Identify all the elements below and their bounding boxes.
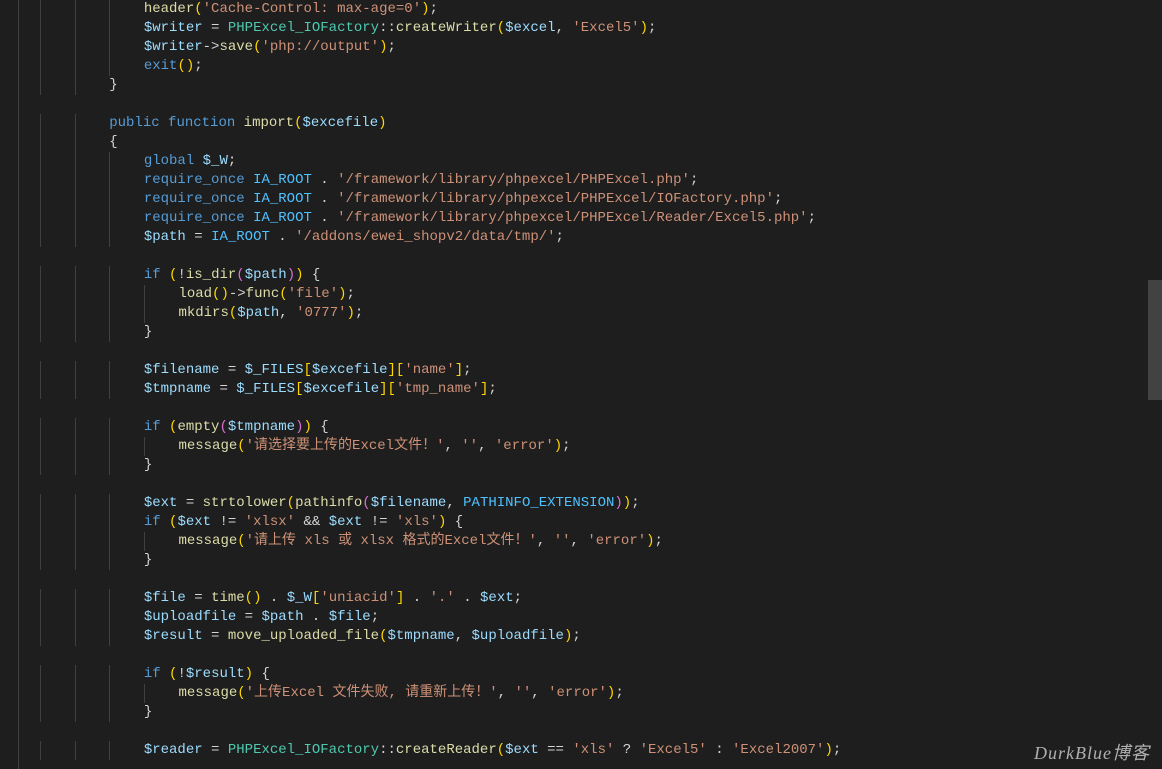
code-line[interactable]: header('Cache-Control: max-age=0'); [40, 0, 841, 19]
code-line[interactable]: load()->func('file'); [40, 285, 841, 304]
code-line[interactable]: { [40, 133, 841, 152]
code-line[interactable]: if (!is_dir($path)) { [40, 266, 841, 285]
code-line[interactable]: require_once IA_ROOT . '/framework/libra… [40, 171, 841, 190]
code-line[interactable] [40, 399, 841, 418]
code-area[interactable]: header('Cache-Control: max-age=0'); $wri… [36, 0, 845, 769]
code-line[interactable]: exit(); [40, 57, 841, 76]
code-line[interactable]: $writer->save('php://output'); [40, 38, 841, 57]
code-line[interactable]: message('请上传 xls 或 xlsx 格式的Excel文件！', ''… [40, 532, 841, 551]
code-line[interactable]: require_once IA_ROOT . '/framework/libra… [40, 190, 841, 209]
code-line[interactable]: mkdirs($path, '0777'); [40, 304, 841, 323]
code-line[interactable]: if ($ext != 'xlsx' && $ext != 'xls') { [40, 513, 841, 532]
code-line[interactable] [40, 247, 841, 266]
code-line[interactable] [40, 342, 841, 361]
code-line[interactable]: } [40, 456, 841, 475]
code-line[interactable]: $tmpname = $_FILES[$excefile]['tmp_name'… [40, 380, 841, 399]
code-line[interactable]: $result = move_uploaded_file($tmpname, $… [40, 627, 841, 646]
code-editor[interactable]: header('Cache-Control: max-age=0'); $wri… [0, 0, 1162, 769]
code-line[interactable]: } [40, 551, 841, 570]
code-line[interactable]: } [40, 703, 841, 722]
code-line[interactable]: $writer = PHPExcel_IOFactory::createWrit… [40, 19, 841, 38]
code-line[interactable]: public function import($excefile) [40, 114, 841, 133]
watermark: DurkBlue博客 [1034, 744, 1150, 763]
code-line[interactable]: $uploadfile = $path . $file; [40, 608, 841, 627]
code-line[interactable]: if (!$result) { [40, 665, 841, 684]
code-line[interactable] [40, 722, 841, 741]
code-line[interactable]: } [40, 323, 841, 342]
code-line[interactable]: require_once IA_ROOT . '/framework/libra… [40, 209, 841, 228]
vertical-scrollbar[interactable] [1148, 0, 1162, 769]
code-line[interactable]: } [40, 76, 841, 95]
code-line[interactable] [40, 646, 841, 665]
code-line[interactable]: $path = IA_ROOT . '/addons/ewei_shopv2/d… [40, 228, 841, 247]
code-line[interactable]: if (empty($tmpname)) { [40, 418, 841, 437]
scrollbar-thumb[interactable] [1148, 280, 1162, 400]
code-line[interactable]: global $_W; [40, 152, 841, 171]
gutter [0, 0, 36, 769]
code-line[interactable]: message('上传Excel 文件失败, 请重新上传！', '', 'err… [40, 684, 841, 703]
code-line[interactable]: $ext = strtolower(pathinfo($filename, PA… [40, 494, 841, 513]
code-line[interactable]: $reader = PHPExcel_IOFactory::createRead… [40, 741, 841, 760]
code-line[interactable]: $filename = $_FILES[$excefile]['name']; [40, 361, 841, 380]
code-line[interactable] [40, 570, 841, 589]
code-line[interactable]: $file = time() . $_W['uniacid'] . '.' . … [40, 589, 841, 608]
code-line[interactable] [40, 475, 841, 494]
code-line[interactable]: message('请选择要上传的Excel文件！', '', 'error'); [40, 437, 841, 456]
code-line[interactable] [40, 95, 841, 114]
